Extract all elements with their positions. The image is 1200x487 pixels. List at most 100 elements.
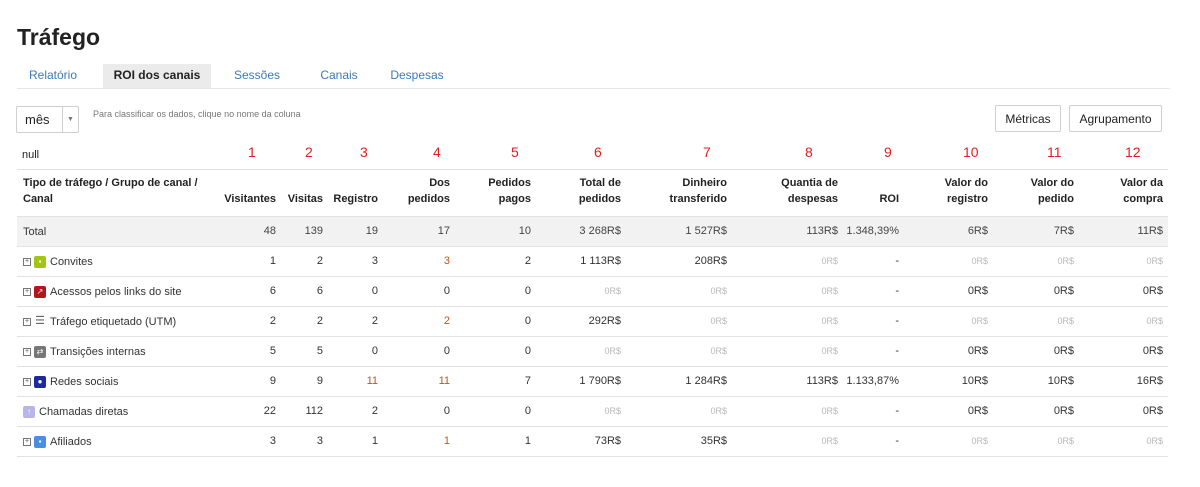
table-cell: 0	[524, 405, 531, 417]
tab-despesas[interactable]: Despesas	[385, 64, 449, 88]
table-row[interactable]: + ● Redes sociais 9 9 11 11 7 1 790R$ 1 284R$ 113R…	[17, 367, 1168, 397]
header-total-pedidos[interactable]: Total de pedidos	[571, 175, 621, 207]
table-cell: 0R$	[1146, 256, 1163, 266]
column-number-1: 1	[248, 144, 256, 160]
table-cell: 0R$	[604, 346, 621, 356]
table-cell: 1	[269, 255, 276, 267]
table-row[interactable]: + ⇄ Transições internas 5 5 0 0 0 0R$ 0R$ 0R$ - 0R$ 0…	[17, 337, 1168, 367]
table-cell: 16R$	[1136, 375, 1163, 387]
table-cell: 2	[316, 255, 323, 267]
table-cell: 0R$	[1053, 345, 1074, 357]
table-row[interactable]: + ▪ Afiliados 3 3 1 1 1 73R$ 35R$ 0R$ - 0R$ 0R$ 0R$	[17, 427, 1168, 457]
header-registro[interactable]: Registro	[333, 191, 378, 207]
tab-sessoes[interactable]: Sessões	[223, 64, 291, 88]
table-cell: 0R$	[971, 256, 988, 266]
table-cell: -	[895, 435, 899, 447]
header-valor-registro[interactable]: Valor do registro	[928, 175, 988, 207]
expand-icon[interactable]: +	[23, 437, 31, 446]
table-cell: 0R$	[1146, 436, 1163, 446]
table-cell: 2	[269, 315, 276, 327]
expand-icon[interactable]: +	[23, 317, 31, 326]
table-cell: 0R$	[967, 285, 988, 297]
expand-icon[interactable]: +	[23, 287, 31, 296]
table-cell: 0R$	[967, 405, 988, 417]
table-cell: 3	[269, 435, 276, 447]
table-cell: 0R$	[1057, 436, 1074, 446]
table-cell: 10	[518, 225, 531, 237]
expand-icon[interactable]: +	[23, 377, 31, 386]
table-cell: 0	[524, 345, 531, 357]
column-number-7: 7	[703, 144, 711, 160]
column-number-3: 3	[360, 144, 368, 160]
header-valor-pedido[interactable]: Valor do pedido	[1014, 175, 1074, 207]
table-cell: 0	[371, 345, 378, 357]
tab-bar: Relatório ROI dos canais Sessões Canais …	[17, 64, 1170, 89]
header-pedidos-pagos[interactable]: Pedidos pagos	[481, 175, 531, 207]
table-cell: 1.133,87%	[846, 375, 899, 387]
roi-table: Tipo de tráfego / Grupo de canal / Canal…	[17, 169, 1168, 457]
table-row[interactable]: ↑ Chamadas diretas 22 112 2 0 0 0R$ 0R$ 0R$ - 0R$ 0R…	[17, 397, 1168, 427]
table-cell: 1 113R$	[580, 255, 621, 267]
table-cell: 139	[304, 225, 323, 237]
row-label: Convites	[50, 255, 93, 268]
table-cell: 2	[443, 315, 450, 327]
table-cell: 0R$	[710, 406, 727, 416]
people-icon: ●	[34, 375, 46, 388]
page-title: Tráfego	[17, 24, 101, 50]
table-cell: 1.348,39%	[846, 225, 899, 237]
chat-bubble-icon: ▪	[34, 255, 46, 268]
table-cell: 6R$	[967, 225, 988, 237]
table-cell: 19	[365, 225, 378, 237]
header-visitantes[interactable]: Visitantes	[224, 191, 276, 207]
table-cell: 0R$	[710, 316, 727, 326]
table-cell: 0R$	[604, 406, 621, 416]
header-name[interactable]: Tipo de tráfego / Grupo de canal / Canal	[23, 175, 213, 207]
column-number-4: 4	[433, 144, 441, 160]
grouping-button[interactable]: Agrupamento	[1069, 105, 1162, 132]
header-quantia-despesas[interactable]: Quantia de despesas	[768, 175, 838, 207]
header-dos-pedidos[interactable]: Dos pedidos	[400, 175, 450, 207]
row-label: Chamadas diretas	[39, 405, 129, 418]
column-number-9: 9	[884, 144, 892, 160]
table-cell: 35R$	[700, 435, 727, 447]
table-cell: 0R$	[967, 345, 988, 357]
expand-icon[interactable]: +	[23, 257, 31, 266]
table-cell: 0R$	[710, 286, 727, 296]
tab-canais[interactable]: Canais	[315, 64, 363, 88]
tab-relatorio[interactable]: Relatório	[17, 64, 89, 88]
table-cell: 7	[524, 375, 531, 387]
header-roi[interactable]: ROI	[879, 191, 899, 207]
table-cell: 0R$	[1053, 405, 1074, 417]
header-visitas[interactable]: Visitas	[288, 191, 323, 207]
table-cell: 0	[443, 285, 450, 297]
table-cell: 11R$	[1137, 225, 1163, 237]
header-dinheiro-transferido[interactable]: Dinheiro transferido	[657, 175, 727, 207]
table-cell: 6	[269, 285, 276, 297]
tab-roi-dos-canais[interactable]: ROI dos canais	[103, 64, 211, 88]
table-cell: 113R$	[806, 225, 838, 237]
table-cell: 0R$	[1142, 345, 1163, 357]
row-name-cell: + ☰ Tráfego etiquetado (UTM)	[23, 307, 176, 336]
table-row[interactable]: + ☰ Tráfego etiquetado (UTM) 2 2 2 2 0 292R$ 0R$ 0…	[17, 307, 1168, 337]
row-label: Afiliados	[50, 435, 92, 448]
table-cell: 3	[443, 255, 450, 267]
table-cell: 5	[316, 345, 323, 357]
table-row[interactable]: + ↗ Acessos pelos links do site 6 6 0 0 0 0R$ 0R$…	[17, 277, 1168, 307]
table-cell: -	[895, 285, 899, 297]
row-label: Acessos pelos links do site	[50, 285, 182, 298]
metrics-button[interactable]: Métricas	[995, 105, 1061, 132]
table-cell: 0R$	[971, 436, 988, 446]
row-name-cell: ↑ Chamadas diretas	[23, 397, 128, 426]
period-select[interactable]: mês ▼	[16, 106, 79, 133]
table-row[interactable]: + ▪ Convites 1 2 3 3 2 1 113R$ 208R$ 0R$ - 0R$ 0R$ 0R$	[17, 247, 1168, 277]
header-valor-compra[interactable]: Valor da compra	[1103, 175, 1163, 207]
column-number-12: 12	[1125, 144, 1141, 160]
table-cell: 0	[524, 285, 531, 297]
expand-icon[interactable]: +	[23, 347, 31, 356]
table-cell: 208R$	[694, 255, 727, 267]
table-cell: 0	[371, 285, 378, 297]
table-cell: 3 268R$	[579, 225, 621, 237]
table-cell: 5	[269, 345, 276, 357]
row-name-cell: + ● Redes sociais	[23, 367, 118, 396]
list-icon: ☰	[35, 315, 45, 327]
